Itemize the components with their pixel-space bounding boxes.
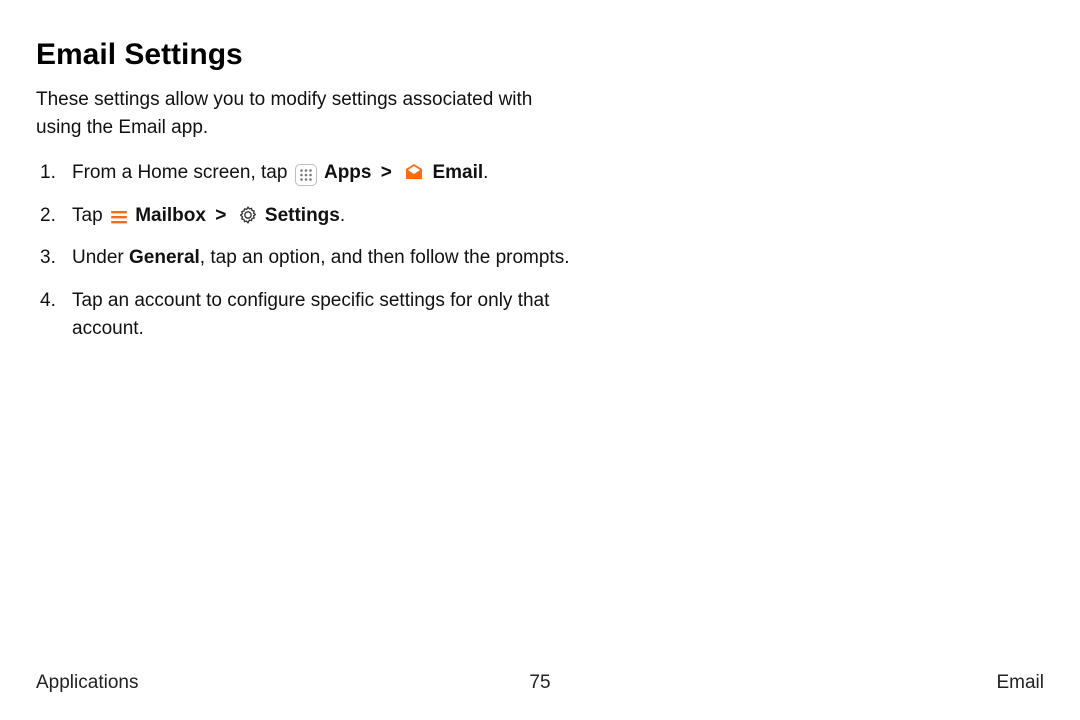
step-3: Under General, tap an option, and then f…	[36, 244, 596, 273]
page-number: 75	[529, 672, 550, 694]
settings-label: Settings	[265, 205, 340, 226]
document-page: Email Settings These settings allow you …	[0, 0, 1080, 720]
hamburger-icon	[110, 209, 128, 225]
step-4: Tap an account to configure specific set…	[36, 287, 596, 344]
footer-right: Email	[996, 672, 1044, 694]
step-1: From a Home screen, tap Apps >	[36, 159, 596, 188]
apps-icon	[295, 164, 317, 186]
step-2: Tap Mailbox > Settings.	[36, 202, 596, 231]
email-icon	[403, 161, 425, 183]
page-footer: Applications 75 Email	[0, 672, 1080, 694]
step-2-pre: Tap	[72, 205, 108, 226]
mailbox-label: Mailbox	[135, 205, 206, 226]
apps-label: Apps	[324, 162, 372, 183]
gear-icon	[238, 205, 258, 225]
page-title: Email Settings	[36, 38, 1044, 72]
step-3-pre: Under	[72, 247, 129, 268]
chevron-right-icon: >	[215, 205, 226, 226]
step-3-post: , tap an option, and then follow the pro…	[200, 247, 570, 268]
steps-list: From a Home screen, tap Apps >	[36, 159, 596, 344]
step-1-pre: From a Home screen, tap	[72, 162, 293, 183]
email-label: Email	[432, 162, 483, 183]
footer-left: Applications	[36, 672, 138, 694]
intro-paragraph: These settings allow you to modify setti…	[36, 86, 556, 141]
chevron-right-icon: >	[381, 162, 392, 183]
step-1-period: .	[483, 162, 488, 183]
general-label: General	[129, 247, 200, 268]
step-2-period: .	[340, 205, 345, 226]
